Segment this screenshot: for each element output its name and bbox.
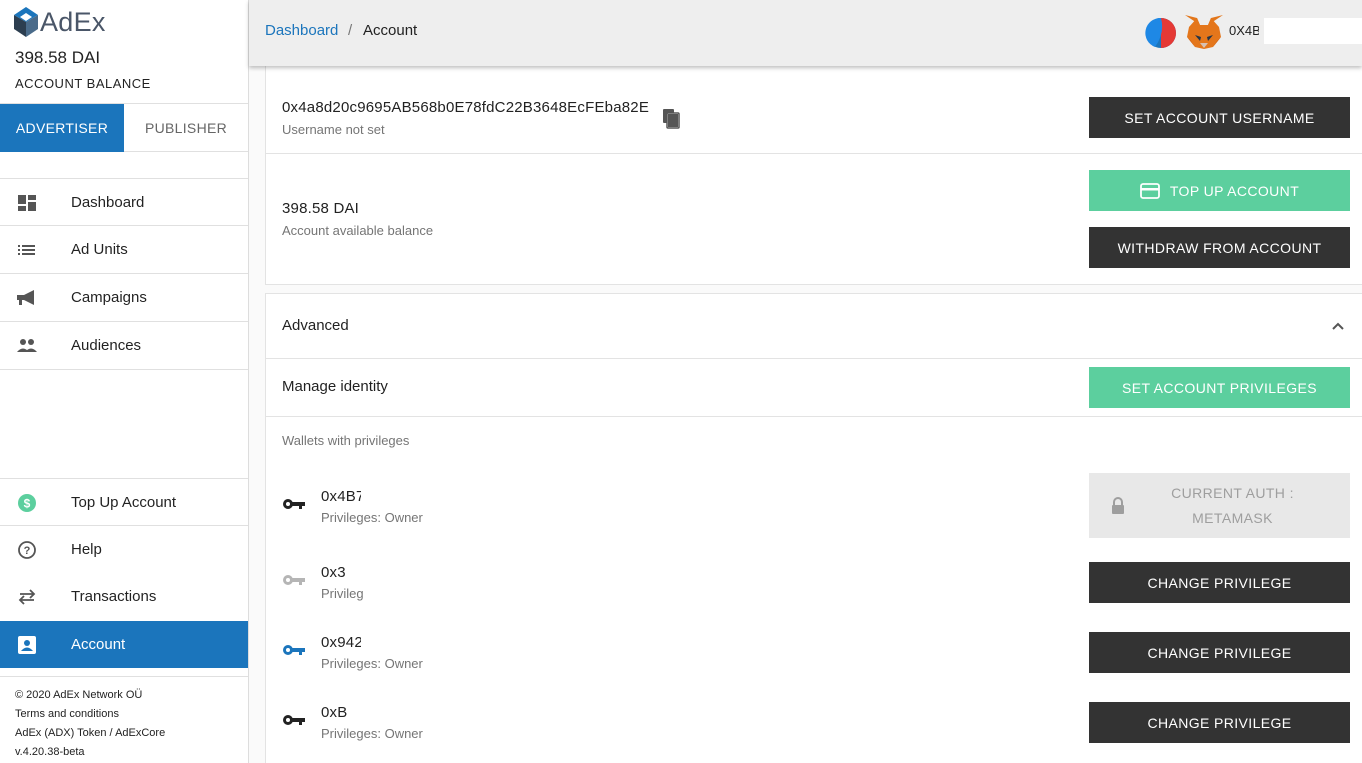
sidebar-item-label: Campaigns [71,289,147,306]
people-icon [17,339,37,352]
dashboard-icon [18,195,36,211]
version-text: v.4.20.38-beta [15,746,85,758]
copyright-text: © 2020 AdEx Network OÜ [15,689,143,701]
key-icon [283,645,305,655]
account-box-icon [18,636,36,654]
sidebar-item-help[interactable]: ? Help [0,526,248,573]
key-icon [283,575,305,585]
sidebar-item-top-up[interactable]: $ Top Up Account [0,478,248,526]
withdraw-button[interactable]: WITHDRAW FROM ACCOUNT [1089,227,1350,268]
svg-text:?: ? [24,545,31,557]
role-tabs: ADVERTISER PUBLISHER [0,103,248,152]
wallet-privileges: Privileges: Owner [321,510,423,525]
sidebar-item-label: Transactions [71,588,157,605]
key-icon [283,715,305,725]
set-privileges-button[interactable]: SET ACCOUNT PRIVILEGES [1089,367,1350,408]
wallet-privileges: Privileges: Owner [321,726,423,741]
sidebar-item-audiences[interactable]: Audiences [0,322,248,370]
advanced-title[interactable]: Advanced [282,317,349,334]
top-up-button[interactable]: TOP UP ACCOUNT [1089,170,1350,211]
sidebar-item-label: Dashboard [71,193,145,211]
metamask-fox-icon [1185,15,1223,49]
token-link[interactable]: AdEx (ADX) Token / AdExCore [15,727,165,739]
breadcrumb-current: Account [363,22,418,39]
sidebar-item-transactions[interactable]: Transactions [0,573,248,620]
wallet-address: 0x4B7 [321,488,361,505]
credit-card-icon [1139,182,1160,199]
tab-advertiser[interactable]: ADVERTISER [0,104,124,152]
lock-icon [1112,497,1124,514]
footer-divider [0,676,248,677]
sidebar-item-label: Ad Units [71,241,128,258]
megaphone-icon [17,290,34,305]
account-balance-label: Account available balance [282,223,434,238]
sidebar-item-ad-units[interactable]: Ad Units [0,226,248,274]
wallets-label: Wallets with privileges [282,433,410,448]
top-bar: Dashboard / Account 0X4B7 [249,0,1362,66]
logo-text: AdEx [40,6,106,37]
sidebar-item-campaigns[interactable]: Campaigns [0,274,248,322]
sidebar-item-label: Account [71,636,126,653]
dollar-icon: $ [18,494,36,512]
copy-icon[interactable] [661,108,683,130]
terms-link[interactable]: Terms and conditions [15,708,119,720]
adex-logo[interactable]: AdEx [14,6,106,38]
sidebar-item-label: Top Up Account [71,493,177,511]
svg-text:$: $ [24,497,31,511]
set-username-button[interactable]: SET ACCOUNT USERNAME [1089,97,1350,138]
panel-divider [266,153,1362,154]
sidebar-item-label: Help [71,541,102,558]
change-privilege-button[interactable]: CHANGE PRIVILEGE [1089,702,1350,743]
sidebar-item-dashboard[interactable]: Dashboard [0,178,248,226]
current-auth-label: CURRENT AUTH : [1171,484,1294,501]
wallet-address[interactable]: 0X4B7 [1229,23,1259,38]
breadcrumb-separator: / [348,22,353,39]
username-status: Username not set [282,122,385,137]
swap-arrows-icon [18,589,36,605]
top-up-button-label: TOP UP ACCOUNT [1169,182,1300,199]
wallet-address: 0x942 [321,634,361,651]
change-privilege-button[interactable]: CHANGE PRIVILEGE [1089,632,1350,673]
account-balance: 398.58 DAI [282,200,360,217]
manage-identity-label: Manage identity [282,378,388,395]
adex-logo-icon [14,7,38,37]
account-address: 0x4a8d20c9695AB568b0E78fdC22B3648EcFEba8… [282,99,650,116]
identity-avatar-icon[interactable] [1145,17,1177,49]
change-privilege-button[interactable]: CHANGE PRIVILEGE [1089,562,1350,603]
wallet-address: 0x3 [321,564,346,581]
help-icon: ? [18,541,36,559]
current-auth-badge: CURRENT AUTH : METAMASK [1089,473,1350,538]
redacted-box [1264,18,1362,44]
sidebar: AdEx 398.58 DAI ACCOUNT BALANCE ADVERTIS… [0,0,249,763]
chevron-up-icon[interactable] [1330,319,1346,333]
tab-publisher[interactable]: PUBLISHER [124,104,248,152]
wallet-address: 0xB [321,704,348,721]
current-auth-method: METAMASK [1192,509,1273,526]
sidebar-item-account[interactable]: Account [0,621,248,668]
panel-divider [266,358,1362,359]
sidebar-balance-label: ACCOUNT BALANCE [15,76,151,91]
key-icon [283,499,305,509]
wallet-privileges: Privileges: Owner [321,656,423,671]
panel-divider [266,416,1362,417]
list-icon [18,245,35,255]
sidebar-balance: 398.58 DAI [15,48,101,67]
breadcrumb-dashboard[interactable]: Dashboard [265,22,338,39]
sidebar-item-label: Audiences [71,337,142,354]
wallet-privileges: Privileg [321,586,364,601]
